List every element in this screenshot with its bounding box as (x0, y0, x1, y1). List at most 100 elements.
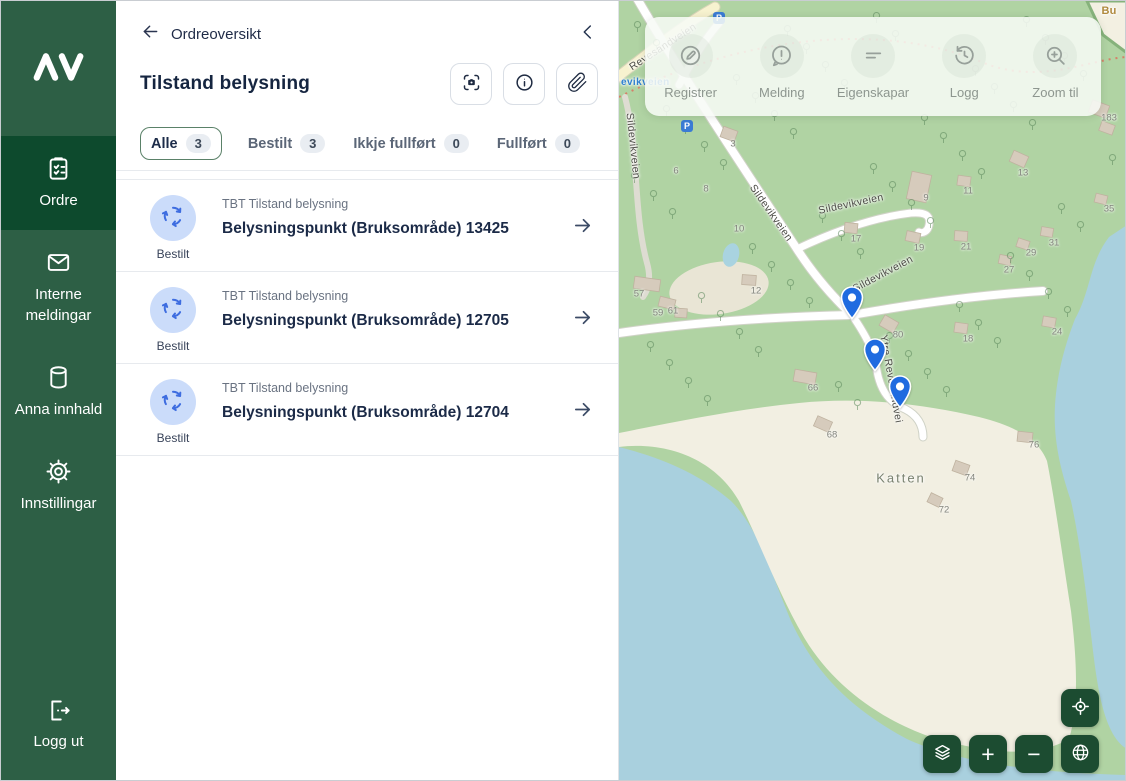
properties-icon (851, 34, 895, 78)
locate-icon (1070, 696, 1091, 720)
map-toolbar-logg[interactable]: Logg (919, 17, 1010, 116)
title-row: Tilstand belysning (116, 49, 618, 121)
layers-icon (932, 742, 953, 766)
sidebar-item-label: Interne meldingar (7, 285, 110, 326)
globe-icon (1070, 742, 1091, 766)
map-canvas[interactable]: SildevikveienRevesandveienSildevikveienS… (619, 1, 1125, 780)
collapse-panel-button[interactable] (578, 22, 598, 47)
tab-label: Bestilt (248, 136, 292, 152)
recycle-icon (161, 296, 185, 325)
map-pin[interactable] (840, 286, 864, 319)
order-title: Belysningspunkt (Bruksområde) 12704 (222, 404, 565, 422)
locate-wrap (1061, 689, 1099, 727)
map-building (954, 322, 968, 334)
info-icon (514, 72, 535, 96)
info-button[interactable] (503, 63, 545, 105)
chevron-left-icon (578, 22, 598, 47)
map-building (1042, 316, 1057, 328)
app-logo[interactable] (1, 1, 116, 136)
tab-count-badge: 0 (444, 134, 469, 153)
tab-count-badge: 3 (186, 134, 211, 153)
tab-count-badge: 0 (555, 134, 580, 153)
open-order-button[interactable] (565, 398, 600, 426)
map-controls: +− (923, 735, 1099, 773)
order-row[interactable]: BestiltTBT Tilstand belysningBelysningsp… (116, 364, 618, 456)
breadcrumb[interactable]: Ordreoversikt (171, 26, 261, 43)
map-building (742, 275, 757, 286)
page-title: Tilstand belysning (140, 73, 310, 95)
map-toolbar-registrer[interactable]: Registrer (645, 17, 736, 116)
sidebar-nav: Ordre Interne meldingar Anna innhald Innsti… (1, 136, 116, 533)
zoom-in-button[interactable]: + (969, 735, 1007, 773)
tab-label: Fullført (497, 136, 547, 152)
map-toolbar-label: Logg (950, 85, 979, 100)
sidebar-item-label: Anna innhald (15, 400, 103, 420)
map-toolbar-label: Melding (759, 85, 805, 100)
map-building (1017, 431, 1033, 443)
order-category: TBT Tilstand belysning (222, 381, 565, 395)
clipboard-icon (45, 155, 72, 182)
order-status: Bestilt (157, 247, 190, 261)
order-list: Bestilt TBT Tilstand belysning Belysningsp… (116, 179, 618, 456)
layers-button[interactable] (923, 735, 961, 773)
order-info: TBT Tilstand belysning Belysningspunkt (B… (204, 379, 565, 422)
logout-icon (45, 697, 72, 724)
map-toolbar-label: Zoom til (1032, 85, 1078, 100)
map-toolbar-melding[interactable]: Melding (736, 17, 827, 116)
basemap-button[interactable] (1061, 735, 1099, 773)
locate-button[interactable] (1061, 689, 1099, 727)
photo-button[interactable] (450, 63, 492, 105)
open-order-button[interactable] (565, 214, 600, 242)
tab-bestilt[interactable]: Bestilt3 (246, 128, 328, 159)
back-button[interactable] (140, 21, 161, 47)
title-actions (450, 63, 598, 105)
map-toolbar-zoom-til[interactable]: Zoom til (1010, 17, 1101, 116)
zoom-to-icon (1033, 34, 1077, 78)
tab-ikkje-fullført[interactable]: Ikkje fullført 0 (351, 128, 470, 159)
order-row[interactable]: BestiltTBT Tilstand belysningBelysningsp… (116, 180, 618, 272)
map-building (957, 175, 971, 187)
order-title: Belysningspunkt (Bruksområde) 13425 (222, 220, 565, 238)
tab-fullført[interactable]: Fullført 0 (495, 128, 582, 159)
open-order-button[interactable] (565, 306, 600, 334)
sidebar-item-label: Logg ut (33, 733, 83, 750)
map-toolbar-eigenskapar[interactable]: Eigenskapar (827, 17, 918, 116)
map-building (998, 254, 1012, 265)
order-type-badge (150, 287, 196, 333)
sidebar-item-logg-ut[interactable]: Logg ut (1, 677, 116, 780)
sidebar-item-label: Ordre (39, 191, 77, 211)
arrow-left-icon (140, 21, 161, 47)
order-status: Bestilt (157, 339, 190, 353)
register-icon (669, 34, 713, 78)
attachment-button[interactable] (556, 63, 598, 105)
order-row[interactable]: BestiltTBT Tilstand belysningBelysningsp… (116, 272, 618, 364)
order-type-badge (150, 379, 196, 425)
tab-label: Alle (151, 136, 178, 152)
sidebar-item-interne-meldingar[interactable]: Interne meldingar (1, 230, 116, 345)
tab-label: Ikkje fullført (353, 136, 435, 152)
sidebar-item-anna-innhald[interactable]: Anna innhald (1, 345, 116, 439)
recycle-icon (161, 204, 185, 233)
sidebar-item-ordre[interactable]: Ordre (1, 136, 116, 230)
map-toolbar-label: Registrer (664, 85, 717, 100)
order-category: TBT Tilstand belysning (222, 289, 565, 303)
gear-icon (45, 458, 72, 485)
map-toolbar-label: Eigenskapar (837, 85, 909, 100)
attachment-icon (567, 72, 588, 96)
status-tabs: Alle 3 Bestilt3 Ikkje fullført 0 Fullført 0 (116, 121, 618, 171)
app-window: Ordre Interne meldingar Anna innhald Innsti… (0, 0, 1126, 781)
arrow-right-icon (571, 408, 594, 425)
tab-alle[interactable]: Alle 3 (140, 127, 222, 160)
zoom-out-button[interactable]: − (1015, 735, 1053, 773)
order-status-column: Bestilt (142, 195, 204, 261)
sidebar-item-label: Innstillingar (21, 494, 97, 514)
order-type-badge (150, 195, 196, 241)
sidebar-item-innstillingar[interactable]: Innstillingar (1, 439, 116, 533)
database-icon (45, 364, 72, 391)
order-panel: Ordreoversikt Tilstand belysning Alle 3 Be… (116, 1, 619, 780)
recycle-icon (161, 388, 185, 417)
message-icon (760, 34, 804, 78)
map-pin[interactable] (888, 375, 912, 408)
map-pin[interactable] (863, 338, 887, 371)
order-status-column: Bestilt (142, 287, 204, 353)
